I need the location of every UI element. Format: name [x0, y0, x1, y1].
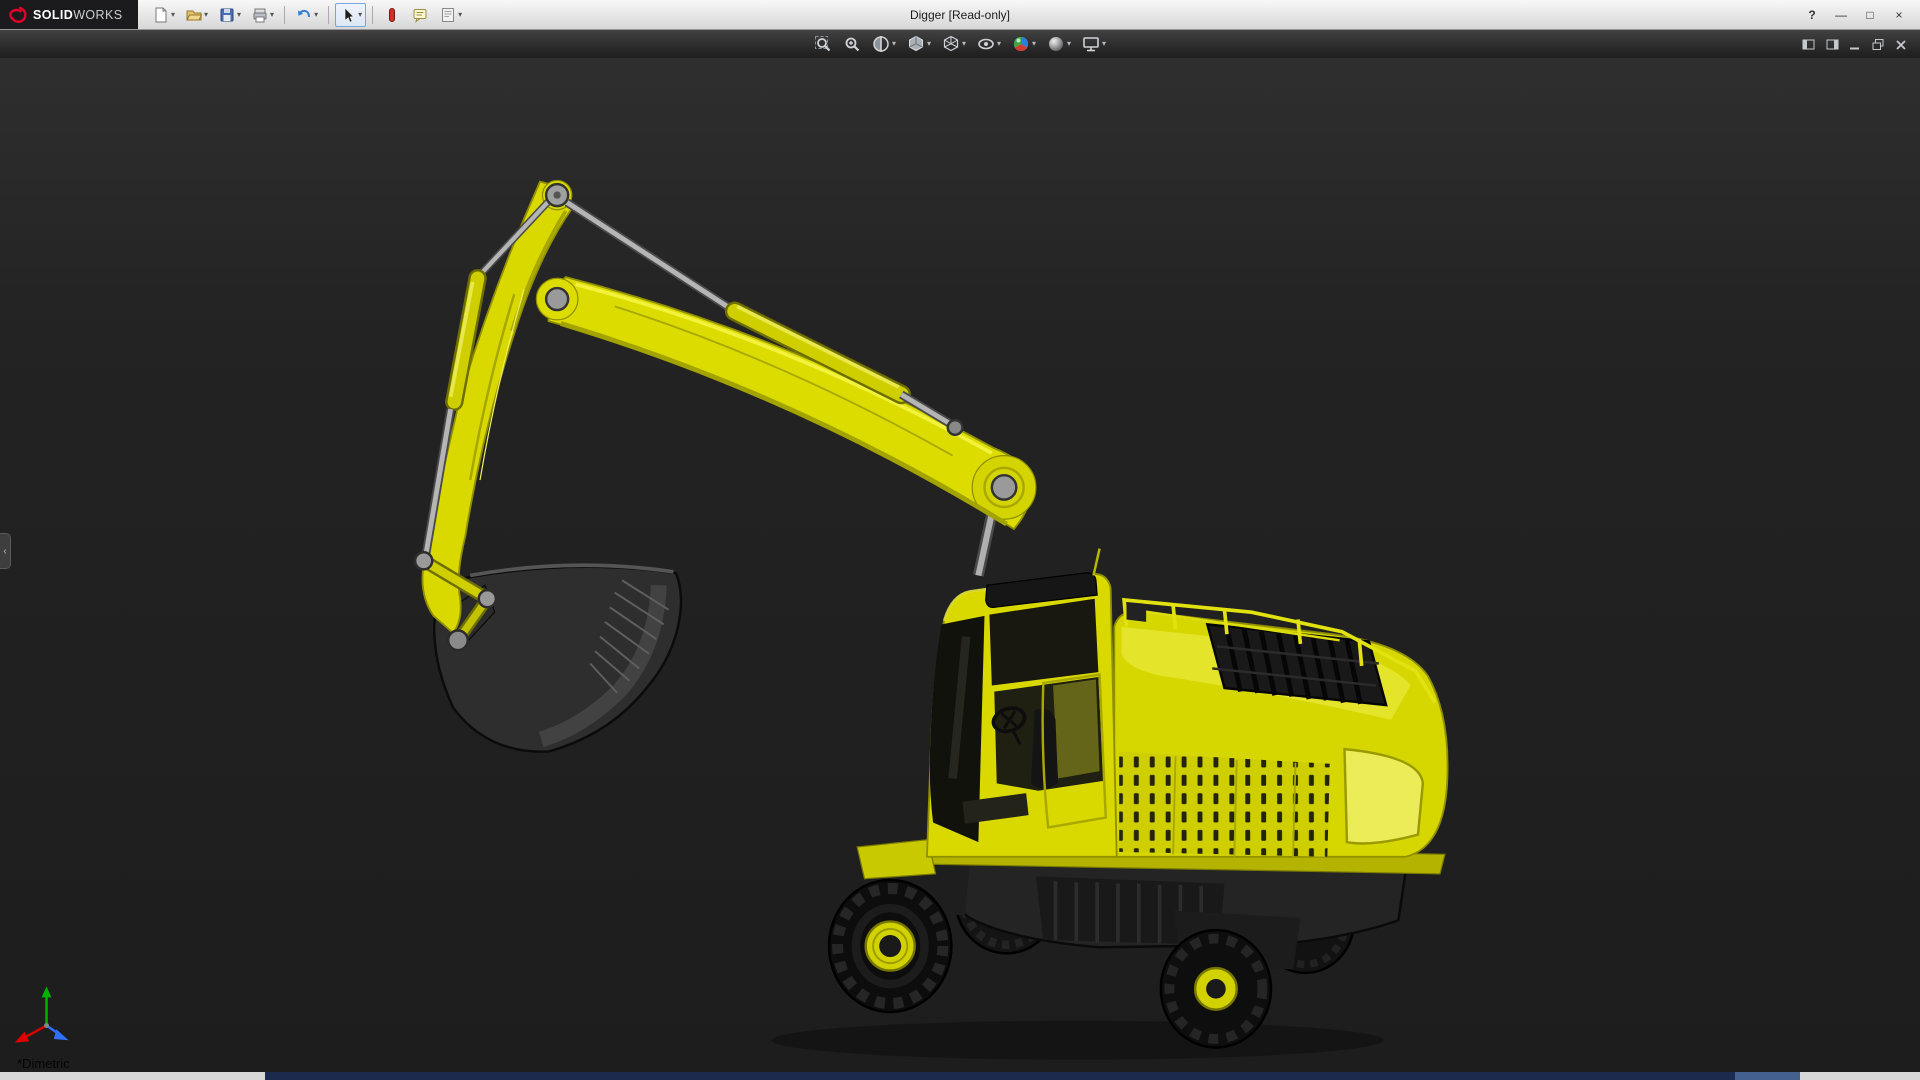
zoom-to-area-icon [843, 35, 861, 53]
options-sheet-icon [439, 6, 457, 24]
titlebar: SOLIDWORKS ▾ ▾ [0, 0, 1920, 30]
close-document-icon[interactable] [1894, 38, 1908, 51]
feature-manager-collapse-tab[interactable]: ‹ [0, 533, 11, 569]
window-controls: ? — □ × [1799, 0, 1920, 29]
minimize-window-button[interactable]: — [1828, 4, 1854, 26]
document-window-controls [1802, 30, 1908, 58]
section-view-icon [872, 35, 890, 53]
save-button[interactable]: ▾ [214, 3, 245, 27]
cab[interactable] [927, 549, 1117, 857]
status-bar [0, 1072, 1920, 1080]
close-window-button[interactable]: × [1886, 4, 1912, 26]
view-orientation-label: *Dimetric [17, 1056, 70, 1071]
edit-appearance-button[interactable]: ▾ [1009, 33, 1039, 55]
ground-shadow [771, 1021, 1383, 1060]
boom[interactable] [536, 277, 1036, 529]
engine-housing[interactable] [1114, 600, 1447, 857]
main-toolbar: ▾ ▾ ▾ [138, 0, 466, 29]
dropdown-caret[interactable]: ▾ [1032, 40, 1036, 48]
dropdown-caret[interactable]: ▾ [962, 40, 966, 48]
print-icon [251, 6, 269, 24]
save-floppy-icon [218, 6, 236, 24]
view-settings-button[interactable]: ▾ [1079, 33, 1109, 55]
new-document-icon [152, 6, 170, 24]
digger-model[interactable] [415, 180, 1447, 1059]
solidworks-window: SOLIDWORKS ▾ ▾ [0, 0, 1920, 1080]
edit-color-icon [383, 6, 401, 24]
select-cursor-icon [339, 6, 357, 24]
new-document-button[interactable]: ▾ [148, 3, 179, 27]
dropdown-caret[interactable]: ▾ [1067, 40, 1071, 48]
section-view-button[interactable]: ▾ [869, 33, 899, 55]
view-settings-monitor-icon [1082, 35, 1100, 53]
wheel-rear-right[interactable] [1161, 930, 1271, 1047]
orientation-triad[interactable] [15, 986, 69, 1042]
dassault-systemes-logo-icon [8, 6, 28, 24]
view-orientation-cube-icon [907, 35, 925, 53]
edit-appearance-ball-icon [1012, 35, 1030, 53]
edit-color-button[interactable] [379, 3, 405, 27]
dropdown-caret[interactable]: ▾ [204, 11, 208, 19]
status-segment-left [0, 1072, 265, 1080]
status-segment-accent [1735, 1072, 1800, 1080]
model-canvas[interactable] [0, 30, 1920, 1072]
dropdown-caret[interactable]: ▾ [892, 40, 896, 48]
display-style-button[interactable]: ▾ [939, 33, 969, 55]
expand-left-pane-icon[interactable] [1802, 38, 1816, 51]
solidworks-logo: SOLIDWORKS [0, 0, 138, 29]
open-folder-icon [185, 6, 203, 24]
restore-document-icon[interactable] [1871, 38, 1885, 51]
dropdown-caret[interactable]: ▾ [237, 11, 241, 19]
status-segment-right [1800, 1072, 1920, 1080]
undo-icon [295, 6, 313, 24]
dropdown-caret[interactable]: ▾ [997, 40, 1001, 48]
dropdown-caret[interactable]: ▾ [1102, 40, 1106, 48]
view-orientation-button[interactable]: ▾ [904, 33, 934, 55]
front-fender[interactable] [857, 840, 935, 879]
heads-up-toolbar: ▾ ▾ ▾ ▾ [0, 30, 1920, 58]
wheel-front-left[interactable] [829, 880, 951, 1012]
dropdown-caret[interactable]: ▾ [927, 40, 931, 48]
open-button[interactable]: ▾ [181, 3, 212, 27]
comment-button[interactable] [407, 3, 433, 27]
toolbar-separator [372, 6, 373, 24]
display-style-cube-icon [942, 35, 960, 53]
dropdown-caret[interactable]: ▾ [270, 11, 274, 19]
dropdown-caret[interactable]: ▾ [171, 11, 175, 19]
print-button[interactable]: ▾ [247, 3, 278, 27]
options-button[interactable]: ▾ [435, 3, 466, 27]
expand-right-pane-icon[interactable] [1825, 38, 1839, 51]
toolbar-separator [284, 6, 285, 24]
comment-icon [411, 6, 429, 24]
toolbar-separator [328, 6, 329, 24]
status-segment-middle [265, 1072, 1735, 1080]
dropdown-caret[interactable]: ▾ [358, 11, 362, 19]
dropdown-caret[interactable]: ▾ [314, 11, 318, 19]
zoom-to-area-button[interactable] [840, 33, 864, 55]
help-button[interactable]: ? [1799, 4, 1825, 26]
zoom-to-fit-icon [814, 35, 832, 53]
maximize-window-button[interactable]: □ [1857, 4, 1883, 26]
minimize-document-icon[interactable] [1848, 38, 1862, 51]
select-tool-button[interactable]: ▾ [335, 3, 366, 27]
side-vent-grille[interactable] [1119, 752, 1330, 857]
brand-text: SOLIDWORKS [33, 6, 122, 24]
zoom-to-fit-button[interactable] [811, 33, 835, 55]
brand-works: WORKS [73, 8, 122, 22]
antenna [1093, 549, 1099, 576]
graphics-area[interactable]: ▾ ▾ ▾ ▾ [0, 30, 1920, 1072]
hide-show-eye-icon [977, 35, 995, 53]
undo-button[interactable]: ▾ [291, 3, 322, 27]
brand-solid: SOLID [33, 8, 73, 22]
apply-scene-ball-icon [1047, 35, 1065, 53]
dropdown-caret[interactable]: ▾ [458, 11, 462, 19]
hide-show-items-button[interactable]: ▾ [974, 33, 1004, 55]
apply-scene-button[interactable]: ▾ [1044, 33, 1074, 55]
